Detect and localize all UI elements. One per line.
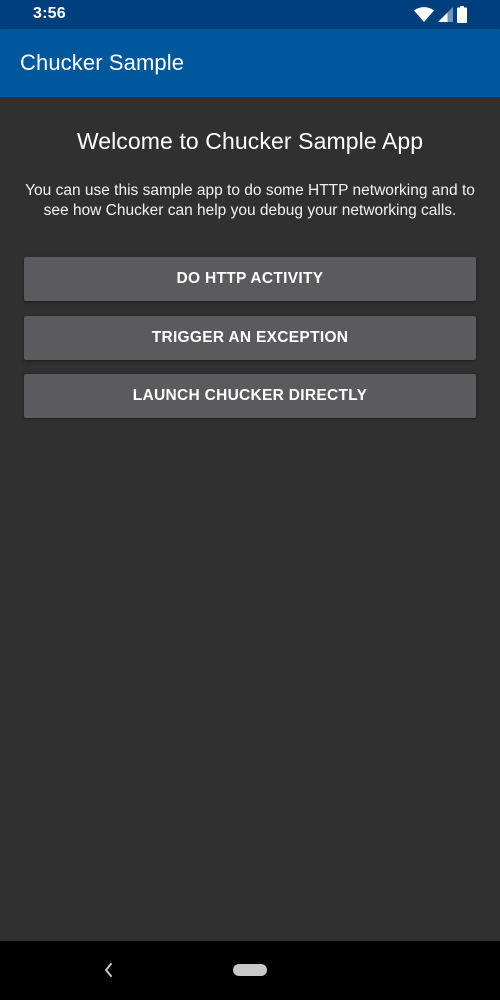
app-title: Chucker Sample bbox=[20, 50, 185, 75]
app-bar: Chucker Sample bbox=[0, 29, 500, 97]
do-http-activity-button[interactable]: DO HTTP ACTIVITY bbox=[24, 257, 476, 301]
battery-icon bbox=[457, 6, 467, 23]
back-icon[interactable] bbox=[100, 959, 116, 981]
navigation-bar bbox=[0, 941, 500, 1000]
status-bar: 3:56 bbox=[0, 0, 500, 29]
home-pill-icon[interactable] bbox=[233, 964, 267, 976]
main-content: Welcome to Chucker Sample App You can us… bbox=[0, 97, 500, 941]
status-time: 3:56 bbox=[33, 5, 66, 22]
launch-chucker-button[interactable]: LAUNCH CHUCKER DIRECTLY bbox=[24, 374, 476, 418]
status-icons bbox=[414, 6, 467, 23]
wifi-icon bbox=[414, 6, 434, 22]
welcome-description: You can use this sample app to do some H… bbox=[25, 182, 475, 219]
trigger-exception-button[interactable]: TRIGGER AN EXCEPTION bbox=[24, 316, 476, 360]
welcome-title: Welcome to Chucker Sample App bbox=[76, 128, 424, 154]
signal-icon bbox=[438, 7, 453, 22]
